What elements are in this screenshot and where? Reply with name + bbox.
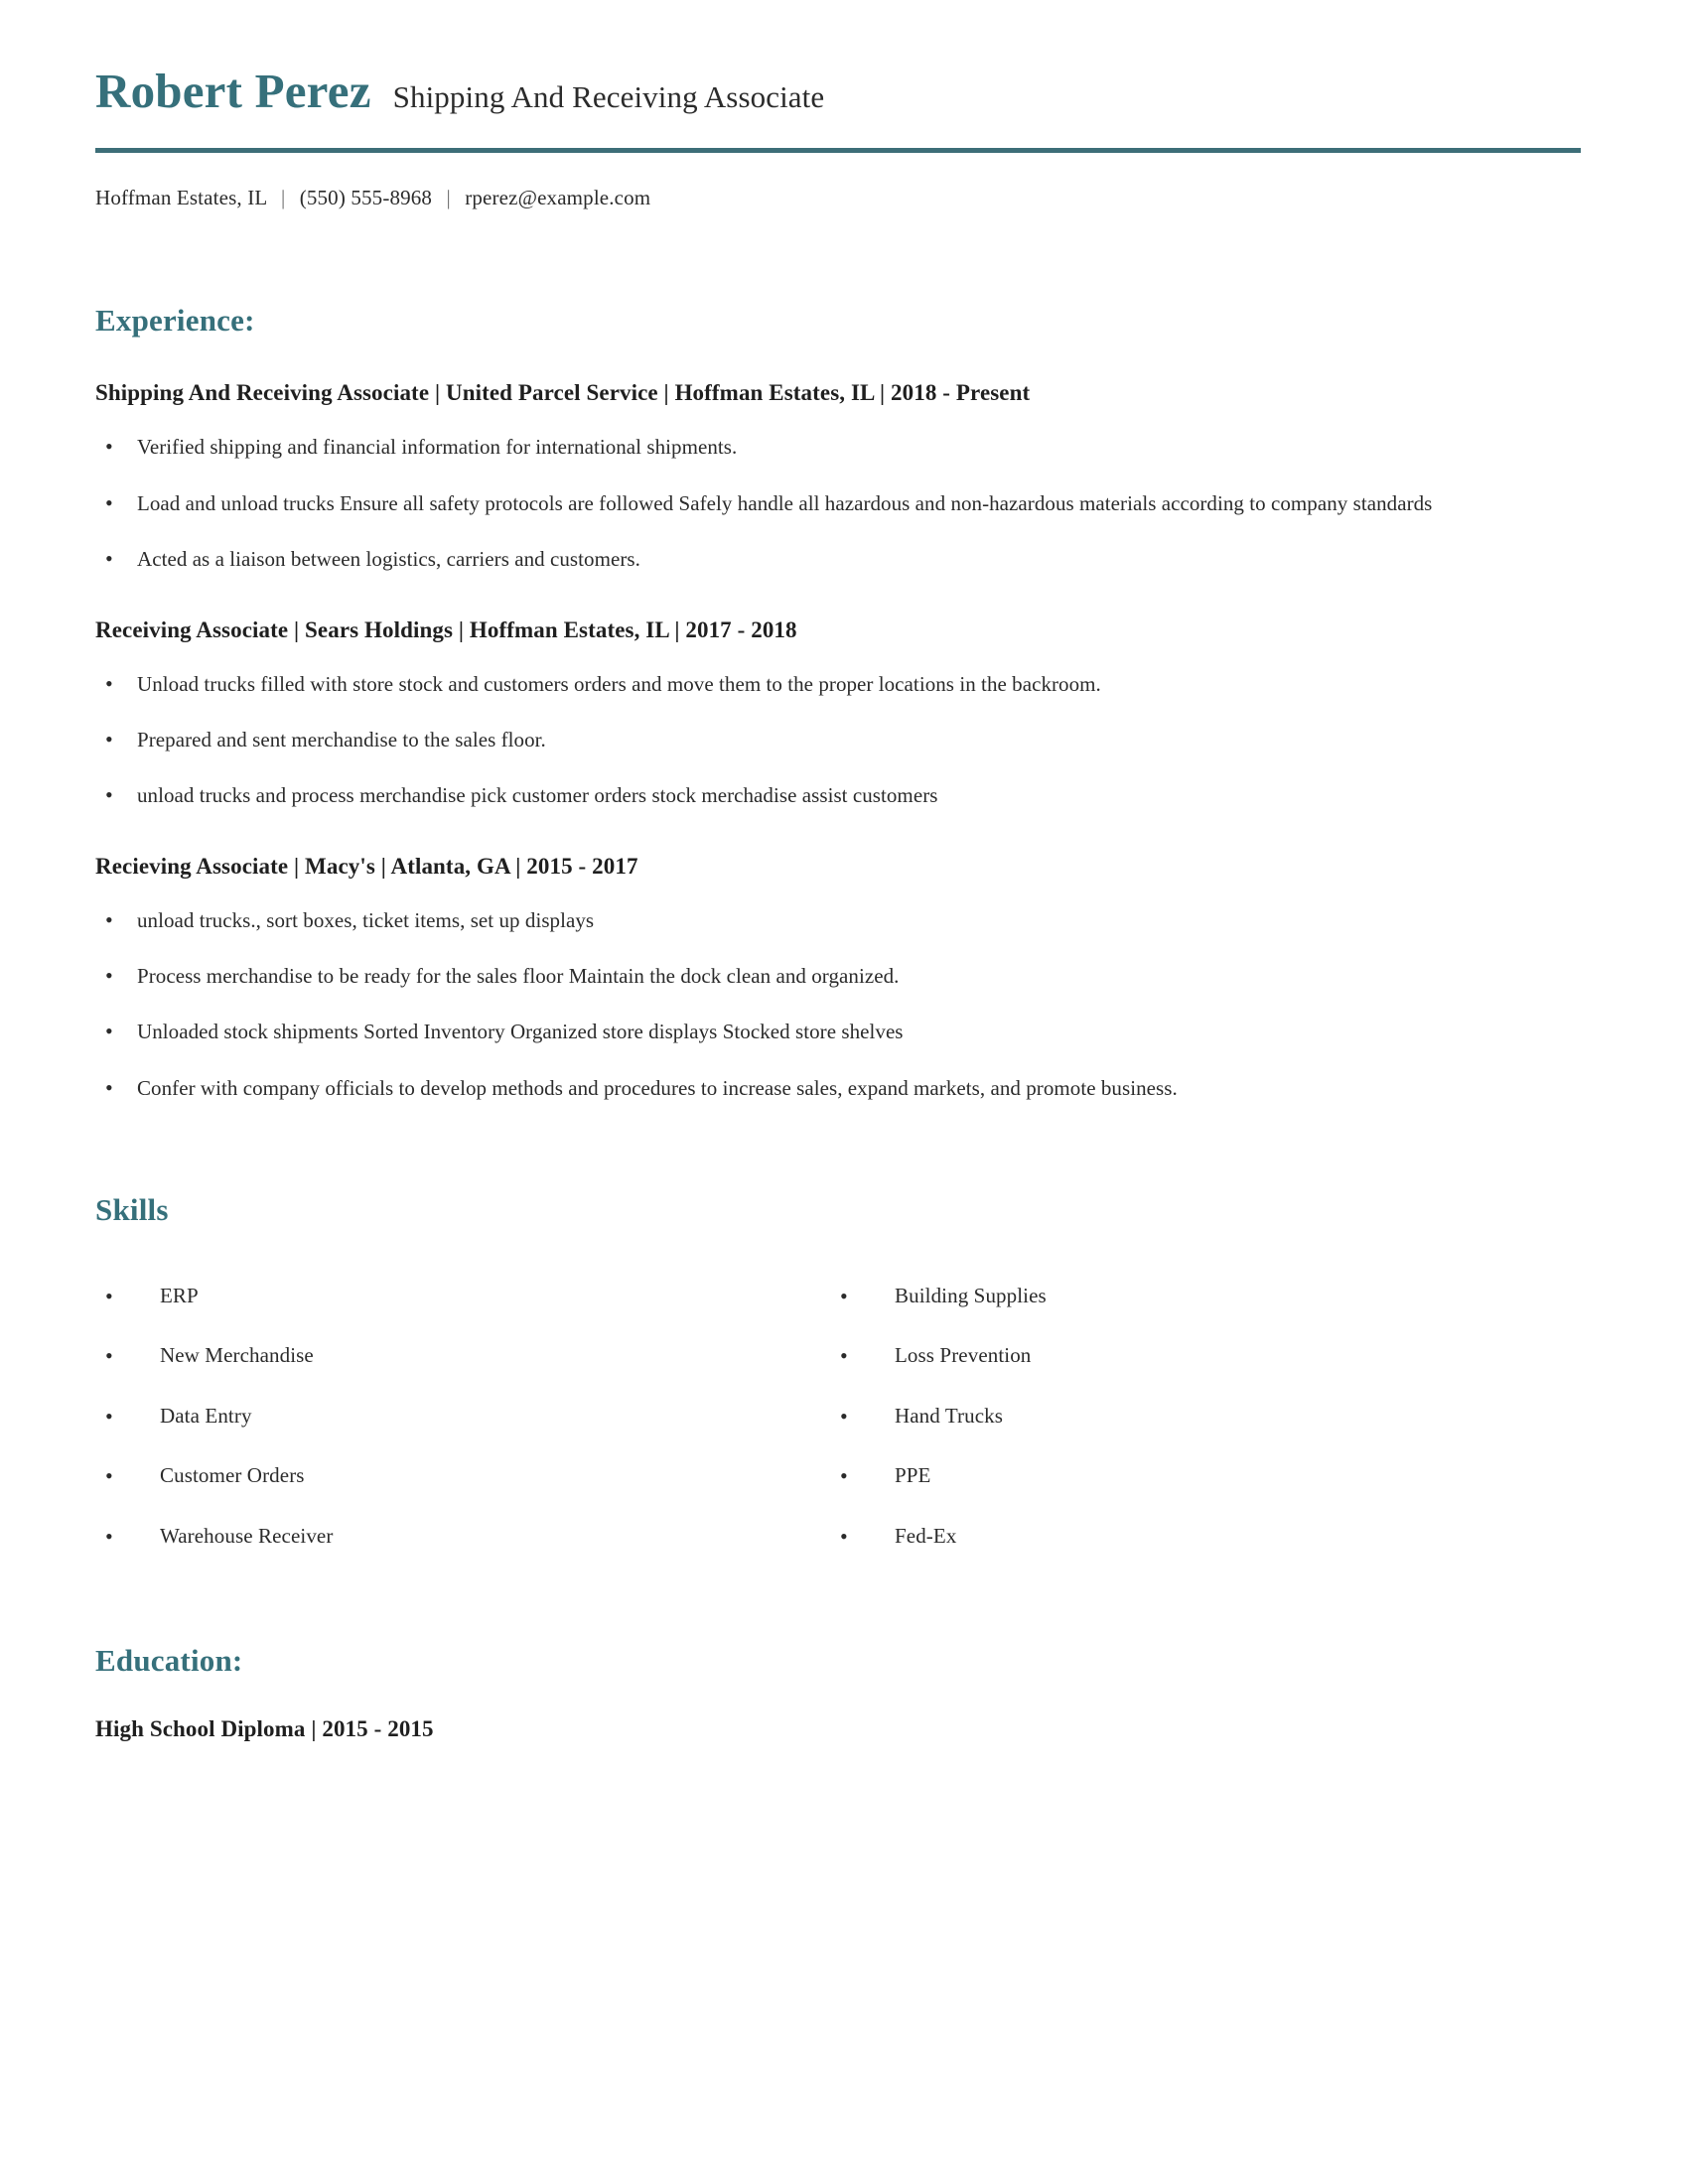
job-bullet: unload trucks and process merchandise pi… bbox=[95, 778, 1517, 813]
experience-job: Shipping And Receiving Associate | Unite… bbox=[95, 378, 1593, 577]
skills-heading: Skills bbox=[95, 1191, 169, 1227]
skill-item: PPE bbox=[830, 1459, 1565, 1491]
skill-item: Building Supplies bbox=[830, 1280, 1565, 1311]
skill-item: Fed-Ex bbox=[830, 1520, 1565, 1552]
experience-section: Experience: Shipping And Receiving Assoc… bbox=[95, 303, 1593, 1105]
job-heading: Shipping And Receiving Associate | Unite… bbox=[95, 380, 1031, 406]
contact-separator-2: | bbox=[446, 186, 451, 210]
experience-heading: Experience: bbox=[95, 303, 255, 339]
skills-column-right: Building Supplies Loss Prevention Hand T… bbox=[830, 1252, 1565, 1552]
job-bullets: Unload trucks filled with store stock an… bbox=[95, 667, 1593, 813]
candidate-job-title: Shipping And Receiving Associate bbox=[392, 79, 825, 114]
job-heading: Receiving Associate | Sears Holdings | H… bbox=[95, 616, 797, 642]
job-bullets: unload trucks., sort boxes, ticket items… bbox=[95, 903, 1593, 1106]
job-bullet: Prepared and sent merchandise to the sal… bbox=[95, 723, 1517, 757]
skill-item: Hand Trucks bbox=[830, 1400, 1565, 1432]
resume-page: Robert Perez Shipping And Receiving Asso… bbox=[0, 0, 1688, 2184]
experience-job: Recieving Associate | Macy's | Atlanta, … bbox=[95, 852, 1593, 1105]
skill-item: New Merchandise bbox=[95, 1339, 830, 1371]
education-section: Education: High School Diploma | 2015 - … bbox=[95, 1643, 1593, 1742]
education-entry: High School Diploma | 2015 - 2015 bbox=[95, 1716, 434, 1742]
job-bullet: Acted as a liaison between logistics, ca… bbox=[95, 542, 1517, 577]
skill-item: Data Entry bbox=[95, 1400, 830, 1432]
skill-item: Loss Prevention bbox=[830, 1339, 1565, 1371]
job-bullet: Verified shipping and financial informat… bbox=[95, 430, 1517, 465]
job-bullet: Confer with company officials to develop… bbox=[95, 1071, 1517, 1106]
skill-item: Warehouse Receiver bbox=[95, 1520, 830, 1552]
skills-columns: ERP New Merchandise Data Entry Customer … bbox=[95, 1252, 1593, 1552]
job-bullet: Unloaded stock shipments Sorted Inventor… bbox=[95, 1015, 1517, 1049]
contact-phone: (550) 555-8968 bbox=[299, 186, 433, 210]
name-and-title: Robert Perez Shipping And Receiving Asso… bbox=[95, 64, 1593, 118]
job-bullet: Process merchandise to be ready for the … bbox=[95, 959, 1517, 994]
skills-section: Skills ERP New Merchandise Data Entry Cu… bbox=[95, 1192, 1593, 1553]
contact-separator-1: | bbox=[280, 186, 286, 210]
contact-line: Hoffman Estates, IL | (550) 555-8968 | r… bbox=[95, 186, 1593, 210]
job-bullet: Unload trucks filled with store stock an… bbox=[95, 667, 1517, 702]
resume-header: Robert Perez Shipping And Receiving Asso… bbox=[95, 0, 1593, 210]
job-heading: Recieving Associate | Macy's | Atlanta, … bbox=[95, 854, 638, 880]
contact-location: Hoffman Estates, IL bbox=[95, 186, 267, 210]
education-heading: Education: bbox=[95, 1643, 243, 1679]
skills-column-left: ERP New Merchandise Data Entry Customer … bbox=[95, 1252, 830, 1552]
job-bullet: Load and unload trucks Ensure all safety… bbox=[95, 485, 1517, 520]
contact-email: rperez@example.com bbox=[465, 186, 651, 210]
job-bullet: unload trucks., sort boxes, ticket items… bbox=[95, 903, 1517, 938]
skill-item: Customer Orders bbox=[95, 1459, 830, 1491]
experience-job: Receiving Associate | Sears Holdings | H… bbox=[95, 615, 1593, 813]
job-bullets: Verified shipping and financial informat… bbox=[95, 430, 1593, 577]
header-divider bbox=[95, 148, 1581, 154]
candidate-name: Robert Perez bbox=[95, 64, 371, 118]
skill-item: ERP bbox=[95, 1280, 830, 1311]
